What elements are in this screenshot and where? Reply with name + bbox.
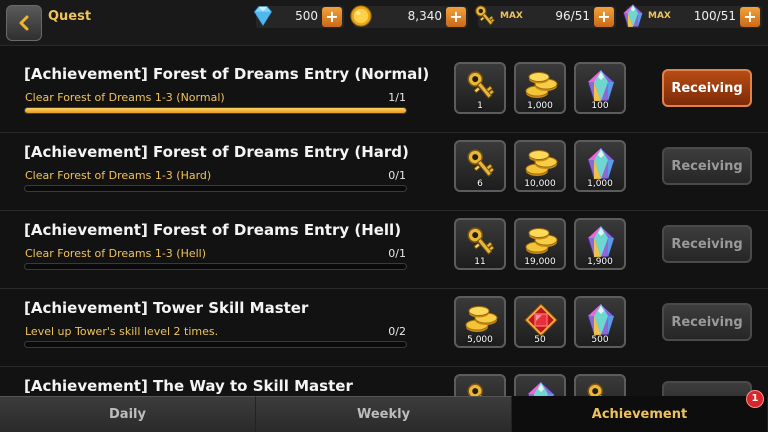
reward-quantity: 6 xyxy=(477,179,483,189)
add-crystal-button[interactable]: + xyxy=(740,7,760,27)
resource-value: 100/51 xyxy=(693,9,736,23)
reward-slot[interactable]: 1,000 xyxy=(514,62,566,114)
progress-fill xyxy=(25,108,406,113)
receive-button[interactable]: Receiving xyxy=(662,69,752,107)
resource-value: 8,340 xyxy=(407,9,442,23)
ruby-icon xyxy=(523,302,559,338)
quest-description: Clear Forest of Dreams 1-3 (Hard) xyxy=(25,169,212,182)
resource-key: MAX 96/51 + xyxy=(478,6,616,28)
crystal-icon xyxy=(583,146,619,182)
quest-progress-text: 0/1 xyxy=(388,247,406,260)
reward-slot[interactable]: 19,000 xyxy=(514,218,566,270)
reward-quantity: 1,000 xyxy=(587,179,613,189)
quest-progress-text: 1/1 xyxy=(388,91,406,104)
key-icon xyxy=(463,224,499,260)
tab-weekly[interactable]: Weekly xyxy=(256,396,512,432)
gold-coins-icon xyxy=(463,302,499,338)
tab-achievement[interactable]: Achievement xyxy=(512,396,768,432)
reward-quantity: 11 xyxy=(474,257,486,267)
receive-button[interactable]: Receiving xyxy=(662,225,752,263)
key-icon xyxy=(463,146,499,182)
reward-quantity: 500 xyxy=(591,335,609,345)
gold-coins-icon xyxy=(523,224,559,260)
reward-slot[interactable]: 50 xyxy=(514,296,566,348)
quest-progress-bar xyxy=(24,185,407,192)
reward-quantity: 1,000 xyxy=(527,101,553,111)
quest-title: [Achievement] Forest of Dreams Entry (No… xyxy=(24,65,430,83)
add-gold-button[interactable]: + xyxy=(446,7,466,27)
reward-quantity: 100 xyxy=(591,101,609,111)
reward-quantity: 50 xyxy=(534,335,546,345)
gold-coins-icon xyxy=(523,68,559,104)
quest-description: Level up Tower's skill level 2 times. xyxy=(25,325,219,338)
add-key-button[interactable]: + xyxy=(594,7,614,27)
quest-progress-bar xyxy=(24,341,407,348)
page-title: Quest xyxy=(48,9,92,24)
quest-progress-bar xyxy=(24,263,407,270)
diamond-icon xyxy=(250,3,276,29)
chevron-left-icon xyxy=(19,15,29,31)
crystal-icon xyxy=(620,3,646,29)
reward-slot[interactable]: 1,000 xyxy=(574,140,626,192)
gold-coins-icon xyxy=(523,146,559,182)
resource-cap: MAX xyxy=(500,11,523,21)
quest-row: [Achievement] Forest of Dreams Entry (He… xyxy=(0,211,768,289)
quest-title: [Achievement] Forest of Dreams Entry (He… xyxy=(24,221,402,239)
resource-value: 500 xyxy=(295,9,318,23)
resource-value: 96/51 xyxy=(555,9,590,23)
resource-diamond: 500 + xyxy=(256,6,344,28)
quest-title: [Achievement] The Way to Skill Master xyxy=(24,377,353,395)
resource-gold: 8,340 + xyxy=(354,6,468,28)
quest-progress-text: 0/1 xyxy=(388,169,406,182)
quest-row: [Achievement] Forest of Dreams Entry (No… xyxy=(0,55,768,133)
quest-description: Clear Forest of Dreams 1-3 (Normal) xyxy=(25,91,225,104)
resource-cap: MAX xyxy=(648,11,671,21)
crystal-icon xyxy=(583,302,619,338)
receive-button[interactable]: Receiving xyxy=(662,147,752,185)
reward-slot[interactable]: 1,900 xyxy=(574,218,626,270)
receive-button[interactable]: Receiving xyxy=(662,303,752,341)
quest-title: [Achievement] Tower Skill Master xyxy=(24,299,309,317)
reward-slot[interactable]: 5,000 xyxy=(454,296,506,348)
reward-slot[interactable]: 500 xyxy=(574,296,626,348)
crystal-icon xyxy=(583,68,619,104)
reward-quantity: 1,900 xyxy=(587,257,613,267)
reward-quantity: 10,000 xyxy=(524,179,556,189)
reward-quantity: 19,000 xyxy=(524,257,556,267)
key-icon xyxy=(463,68,499,104)
reward-slot[interactable]: 6 xyxy=(454,140,506,192)
quest-progress-bar xyxy=(24,107,407,114)
tab-daily[interactable]: Daily xyxy=(0,396,256,432)
reward-slot[interactable]: 100 xyxy=(574,62,626,114)
add-diamond-button[interactable]: + xyxy=(322,7,342,27)
quest-progress-text: 0/2 xyxy=(388,325,406,338)
quest-description: Clear Forest of Dreams 1-3 (Hell) xyxy=(25,247,207,260)
quest-row: [Achievement] Tower Skill Master Level u… xyxy=(0,289,768,367)
quest-row: [Achievement] Forest of Dreams Entry (Ha… xyxy=(0,133,768,211)
reward-quantity: 5,000 xyxy=(467,335,493,345)
reward-quantity: 1 xyxy=(477,101,483,111)
reward-slot[interactable]: 10,000 xyxy=(514,140,566,192)
top-bar: Quest 500 + 8,340 + MAX 96/51 + MAX 100/… xyxy=(0,0,768,46)
reward-slot[interactable]: 1 xyxy=(454,62,506,114)
back-button[interactable] xyxy=(6,5,42,41)
notification-badge: 1 xyxy=(746,390,764,408)
reward-slot[interactable]: 11 xyxy=(454,218,506,270)
gold-coin-icon xyxy=(348,3,374,29)
crystal-icon xyxy=(583,224,619,260)
tab-bar: Daily Weekly Achievement xyxy=(0,396,768,432)
resource-crystal: MAX 100/51 + xyxy=(626,6,762,28)
quest-title: [Achievement] Forest of Dreams Entry (Ha… xyxy=(24,143,409,161)
key-icon xyxy=(472,3,498,29)
